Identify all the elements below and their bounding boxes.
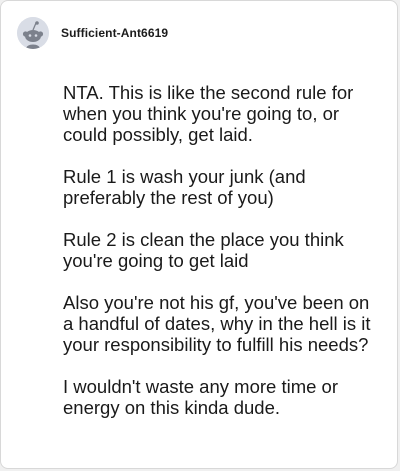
username[interactable]: Sufficient-Ant6619 bbox=[61, 26, 168, 40]
comment-paragraph: I wouldn't waste any more time or energy… bbox=[63, 376, 338, 418]
comment-paragraph: Rule 2 is clean the place you think you'… bbox=[63, 229, 344, 271]
comment-card: Sufficient-Ant6619 NTA. This is like the… bbox=[0, 0, 398, 469]
avatar[interactable] bbox=[17, 17, 49, 49]
comment-header: Sufficient-Ant6619 bbox=[17, 17, 168, 49]
comment-paragraph: Also you're not his gf, you've been on a… bbox=[63, 292, 371, 355]
comment-body: NTA. This is like the second rule for wh… bbox=[63, 82, 373, 418]
comment-paragraph: NTA. This is like the second rule for wh… bbox=[63, 82, 354, 145]
comment-paragraph: Rule 1 is wash your junk (and preferably… bbox=[63, 166, 306, 208]
